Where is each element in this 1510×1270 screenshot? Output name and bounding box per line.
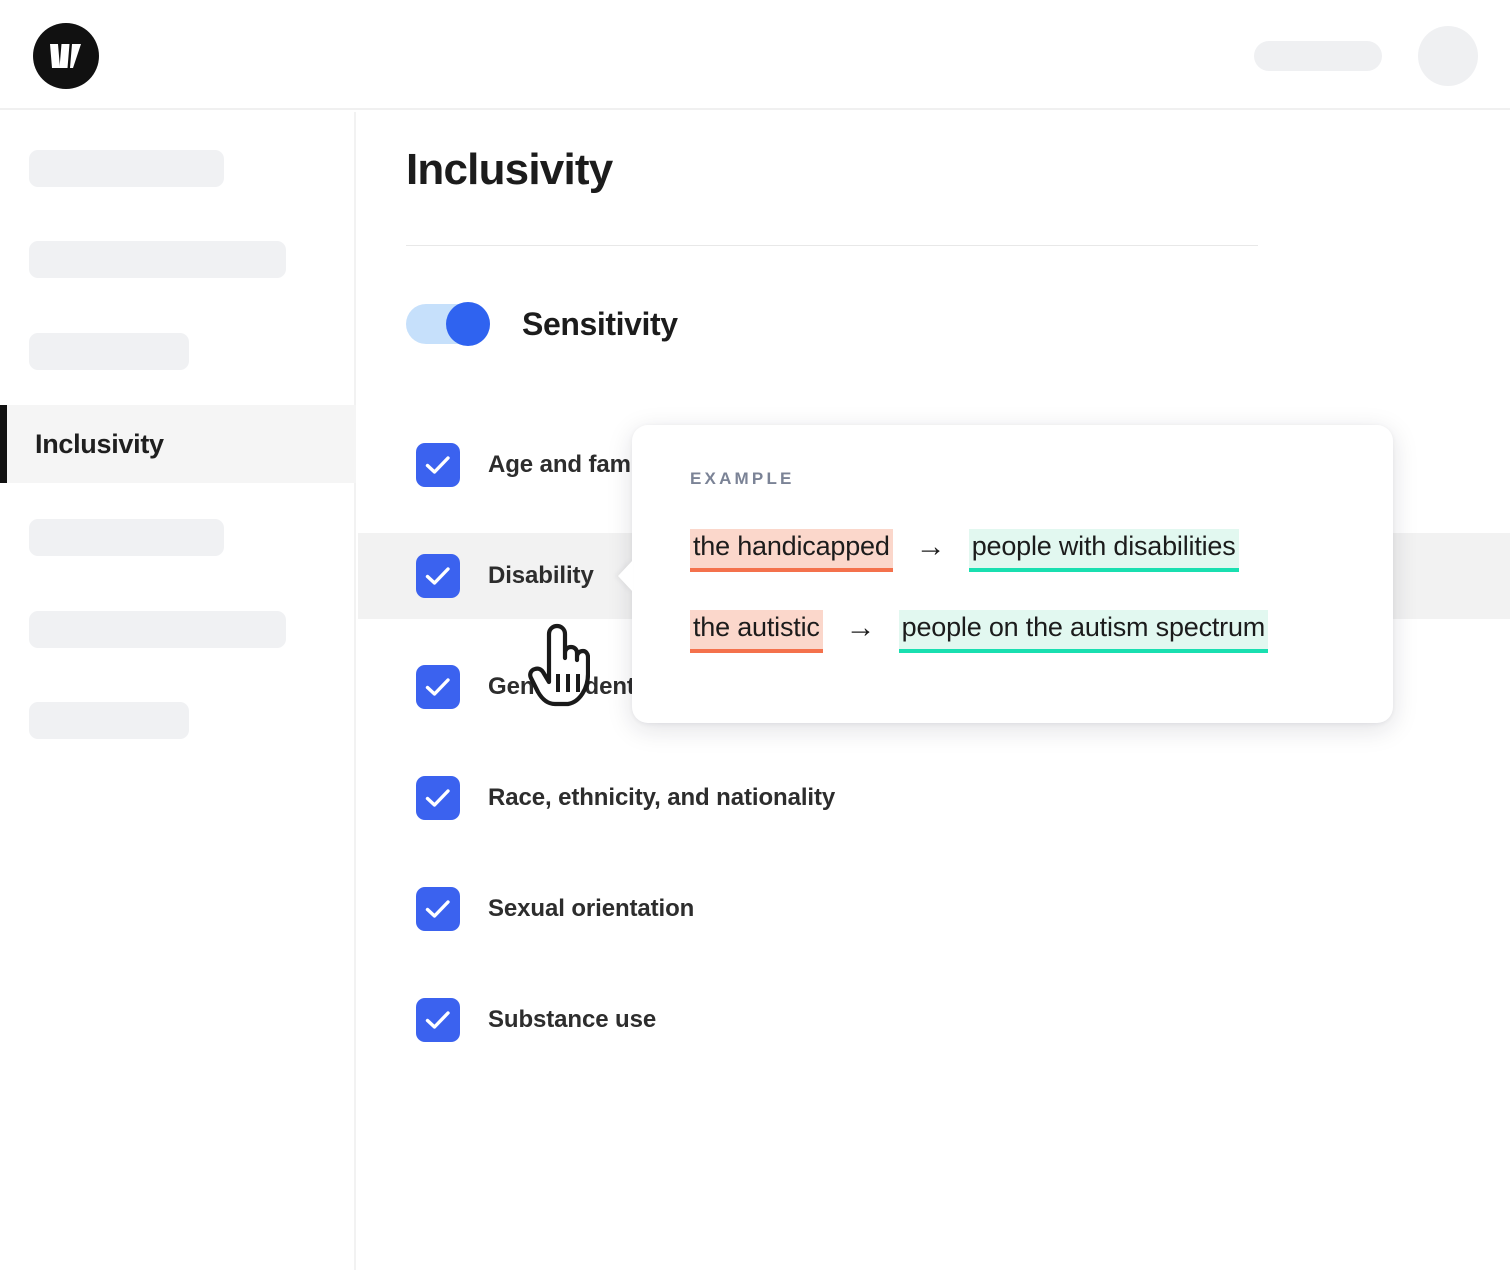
example-before-text: the autistic [690, 610, 823, 653]
checkbox-checked-icon[interactable] [416, 554, 460, 598]
title-divider [406, 245, 1258, 246]
sidebar-skeleton-item [29, 150, 224, 187]
topbar-placeholder-pill[interactable] [1254, 41, 1382, 71]
checkbox-checked-icon[interactable] [416, 887, 460, 931]
list-item[interactable]: Race, ethnicity, and nationality [358, 755, 1510, 841]
list-item[interactable]: Substance use [358, 977, 1510, 1063]
category-label: Substance use [488, 1006, 656, 1034]
arrow-right-icon: → [916, 532, 946, 568]
sidebar-item-inclusivity[interactable]: Inclusivity [0, 405, 356, 483]
checkbox-checked-icon[interactable] [416, 665, 460, 709]
sidebar-skeleton-item [29, 333, 189, 370]
sidebar-skeleton-item [29, 611, 286, 648]
toggle-knob [446, 302, 490, 346]
example-tooltip-card: EXAMPLE the handicapped → people with di… [632, 425, 1393, 723]
sidebar-skeleton-item [29, 519, 224, 556]
example-row: the autistic → people on the autism spec… [690, 610, 1268, 653]
sidebar-skeleton-item [29, 241, 286, 278]
example-heading: EXAMPLE [690, 469, 795, 489]
tooltip-pointer-notch [618, 560, 633, 592]
list-item[interactable]: Sexual orientation [358, 866, 1510, 952]
avatar[interactable] [1418, 26, 1478, 86]
sidebar-skeleton-item [29, 702, 189, 739]
top-bar [0, 0, 1510, 110]
example-row: the handicapped → people with disabiliti… [690, 529, 1239, 572]
checkbox-checked-icon[interactable] [416, 776, 460, 820]
example-before-text: the handicapped [690, 529, 893, 572]
category-label: Sexual orientation [488, 895, 694, 923]
example-after-text: people with disabilities [969, 529, 1239, 572]
sidebar-item-label: Inclusivity [35, 429, 164, 460]
category-label: Race, ethnicity, and nationality [488, 784, 835, 812]
app-logo-icon[interactable] [33, 23, 99, 89]
arrow-right-icon: → [846, 613, 876, 649]
page-title: Inclusivity [406, 145, 612, 195]
sidebar: Inclusivity [0, 112, 356, 1270]
checkbox-checked-icon[interactable] [416, 443, 460, 487]
checkbox-checked-icon[interactable] [416, 998, 460, 1042]
example-after-text: people on the autism spectrum [899, 610, 1268, 653]
sensitivity-toggle[interactable] [406, 304, 490, 344]
sensitivity-label: Sensitivity [522, 306, 678, 343]
category-label: Disability [488, 562, 594, 590]
sensitivity-toggle-row: Sensitivity [406, 304, 678, 344]
